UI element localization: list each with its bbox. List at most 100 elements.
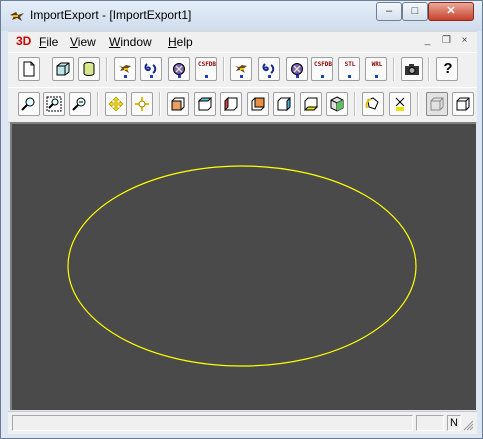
3d-viewport[interactable] (10, 122, 476, 410)
menu-view[interactable]: View (70, 35, 96, 49)
wireframe-button[interactable] (426, 92, 448, 116)
mdi-restore-button[interactable]: ❐ (440, 35, 453, 48)
status-num-pane: N (447, 415, 461, 431)
reset-view-icon (395, 97, 405, 111)
view-front-button[interactable] (167, 92, 189, 116)
export-csfdb-label: CSFDB (313, 61, 333, 68)
fit-all-button[interactable] (18, 92, 40, 116)
shading-button[interactable] (452, 92, 474, 116)
toolbar-separator (223, 57, 225, 81)
new-document-button[interactable] (18, 57, 40, 81)
view-toolbar (8, 87, 477, 123)
about-button[interactable]: ? (436, 57, 458, 81)
zoom-icon (72, 97, 86, 111)
view-left-icon (224, 96, 238, 112)
export-indicator-icon (240, 75, 243, 78)
status-bar: N (8, 411, 477, 434)
wireframe-icon (430, 97, 444, 111)
view-top-button[interactable] (194, 92, 216, 116)
mdi-minimize-button[interactable]: _ (421, 35, 434, 48)
export-stl-button[interactable]: STL (338, 57, 360, 81)
screenshot-button[interactable] (401, 57, 423, 81)
import-indicator-icon (205, 75, 208, 78)
menu-file[interactable]: File (39, 35, 58, 49)
view-bottom-icon (303, 97, 319, 111)
shading-icon (456, 97, 470, 111)
zoom-fit-icon (21, 97, 35, 111)
menu-file-label: ile (46, 35, 59, 49)
dynamic-zoom-button[interactable] (69, 92, 91, 116)
ellipse-shape[interactable] (67, 165, 417, 367)
zoom-window-icon (46, 96, 62, 112)
export-wrl-button[interactable]: WRL (365, 57, 387, 81)
import-csfdb-button[interactable]: CSFDB (195, 57, 217, 81)
view-bottom-button[interactable] (300, 92, 322, 116)
view-back-button[interactable] (247, 92, 269, 116)
toolbar-separator (393, 57, 395, 81)
main-toolbar: CSFDB CSFDB STL WRL ? (8, 52, 477, 88)
rotate-icon (365, 97, 379, 110)
export-stl-label: STL (344, 61, 356, 68)
cylinder-icon (83, 62, 95, 76)
menu-window[interactable]: Window (109, 35, 152, 49)
view-right-button[interactable] (273, 92, 295, 116)
close-button[interactable]: ✕ (428, 2, 474, 21)
cylinder-button[interactable] (78, 57, 100, 81)
title-bar[interactable]: ImportExport - [ImportExport1] – □ ✕ (1, 1, 482, 31)
import-brep-button[interactable] (114, 57, 136, 81)
new-document-icon (23, 61, 35, 77)
import-iges-button[interactable] (140, 57, 162, 81)
export-indicator-icon (375, 75, 378, 78)
mdi-close-button[interactable]: × (458, 35, 471, 48)
view-front-icon (171, 97, 185, 111)
toolbar-separator (159, 92, 161, 116)
menu-bar: 3D File View Window Help _ ❐ × (8, 31, 477, 52)
export-indicator-icon (296, 75, 299, 78)
export-csfdb-button[interactable]: CSFDB (311, 57, 333, 81)
dynamic-rotation-button[interactable] (362, 92, 384, 116)
menu-help[interactable]: Help (168, 35, 193, 49)
menu-window-mnemonic: W (109, 35, 121, 49)
close-icon: ✕ (446, 5, 456, 17)
box-icon (56, 62, 70, 76)
view-left-button[interactable] (220, 92, 242, 116)
box-button[interactable] (52, 57, 74, 81)
export-brep-button[interactable] (230, 57, 252, 81)
toolbar-separator (417, 92, 419, 116)
zoom-window-button[interactable] (43, 92, 65, 116)
reset-view-button[interactable] (389, 92, 411, 116)
view-axo-button[interactable] (326, 92, 348, 116)
import-indicator-icon (124, 75, 127, 78)
view-top-icon (197, 97, 213, 111)
camera-icon (405, 64, 419, 75)
toolbar-separator (106, 57, 108, 81)
maximize-button[interactable]: □ (402, 2, 428, 21)
export-iges-button[interactable] (258, 57, 280, 81)
menu-view-mnemonic: V (70, 35, 78, 49)
import-indicator-icon (178, 75, 181, 78)
help-icon: ? (443, 60, 453, 77)
export-indicator-icon (321, 75, 324, 78)
minimize-icon: – (385, 5, 393, 17)
status-message-pane (12, 415, 413, 431)
import-indicator-icon (150, 75, 153, 78)
application-window: ImportExport - [ImportExport1] – □ ✕ 3D … (0, 0, 483, 439)
app-logo: 3D (16, 34, 32, 48)
global-pan-icon (108, 96, 124, 112)
minimize-button[interactable]: – (376, 2, 402, 21)
export-wrl-label: WRL (371, 61, 383, 68)
window-title: ImportExport - [ImportExport1] (30, 8, 192, 22)
view-right-icon (277, 96, 291, 112)
import-step-button[interactable] (168, 57, 190, 81)
menu-help-label: elp (176, 35, 193, 49)
viewport-canvas (67, 165, 417, 367)
toolbar-separator (97, 92, 99, 116)
menu-help-mnemonic: H (168, 35, 177, 49)
menu-view-label: iew (77, 35, 96, 49)
toolbar-separator (354, 92, 356, 116)
dynamic-pan-button[interactable] (131, 92, 153, 116)
export-step-button[interactable] (286, 57, 308, 81)
global-pan-button[interactable] (105, 92, 127, 116)
resize-grip-icon[interactable] (463, 420, 474, 431)
import-csfdb-label: CSFDB (197, 61, 217, 68)
